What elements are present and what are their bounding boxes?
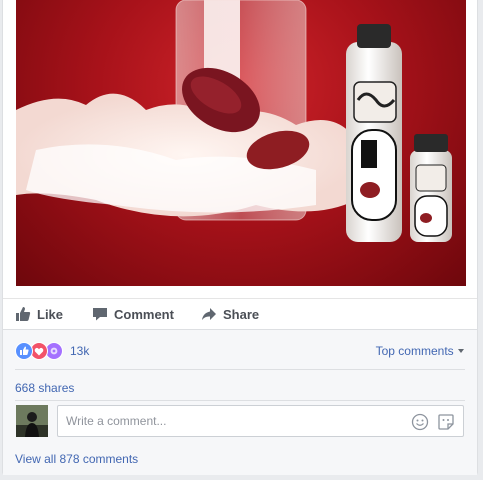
divider — [15, 369, 465, 370]
milk-bottles-image — [16, 0, 452, 242]
thumbs-up-icon — [16, 307, 31, 321]
like-label: Like — [37, 306, 64, 322]
divider — [15, 400, 465, 401]
like-reaction-icon — [15, 342, 33, 360]
top-comments-dropdown[interactable]: Top comments — [376, 344, 465, 358]
share-arrow-icon — [202, 308, 216, 320]
speech-bubble-icon — [93, 308, 107, 321]
comment-label: Comment — [114, 306, 174, 322]
top-comments-label: Top comments — [375, 344, 454, 358]
emoji-icon[interactable] — [411, 413, 429, 431]
reactions-count[interactable]: 13k — [70, 344, 89, 358]
reactions-summary[interactable]: 13k — [15, 342, 89, 360]
comment-button[interactable]: Comment — [92, 306, 174, 322]
share-button[interactable]: Share — [201, 306, 259, 322]
comment-input[interactable] — [64, 413, 398, 429]
share-label: Share — [223, 306, 260, 322]
sticker-icon[interactable] — [437, 413, 455, 431]
caret-down-icon — [458, 349, 464, 353]
shares-count[interactable]: 668 shares — [15, 381, 74, 395]
post-footer: 13k Top comments 668 shares Write a comm… — [3, 329, 477, 475]
view-all-comments-link[interactable]: View all 878 comments — [15, 452, 138, 466]
avatar[interactable] — [16, 405, 48, 437]
post-photo[interactable] — [16, 0, 466, 286]
post-actions-bar: Like Comment Share — [3, 298, 477, 329]
comment-box[interactable] — [57, 405, 464, 437]
post-card: Like Comment Share 13k Top comments 668 … — [2, 0, 478, 475]
like-button[interactable]: Like — [15, 306, 63, 322]
